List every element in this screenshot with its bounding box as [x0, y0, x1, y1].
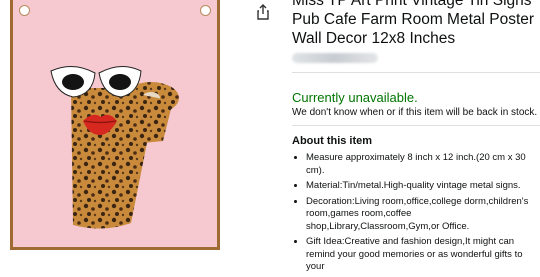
- availability-note: We don't know when or if this item will …: [292, 107, 538, 118]
- about-bullets: Measure approximately 8 inch x 12 inch.(…: [292, 152, 540, 277]
- product-image[interactable]: [10, 0, 220, 250]
- divider: [292, 125, 540, 126]
- availability-status: Currently unavailable.: [292, 90, 418, 105]
- list-item: Material:Tin/metal.High-quality vintage …: [306, 180, 540, 193]
- poster-artwork: [50, 66, 179, 229]
- list-item: Decoration:Living room,office,college do…: [306, 196, 540, 234]
- product-title: Miss TP Art Print Vintage Tin Signs Pub …: [292, 0, 535, 47]
- divider: [292, 72, 540, 73]
- share-icon[interactable]: [255, 4, 271, 20]
- about-heading: About this item: [292, 135, 373, 147]
- list-item: Measure approximately 8 inch x 12 inch.(…: [306, 152, 540, 177]
- product-image-panel: [0, 0, 236, 250]
- rating-link-blurred[interactable]: [292, 53, 378, 63]
- list-item: Gift Idea:Creative and fashion design,It…: [306, 236, 540, 274]
